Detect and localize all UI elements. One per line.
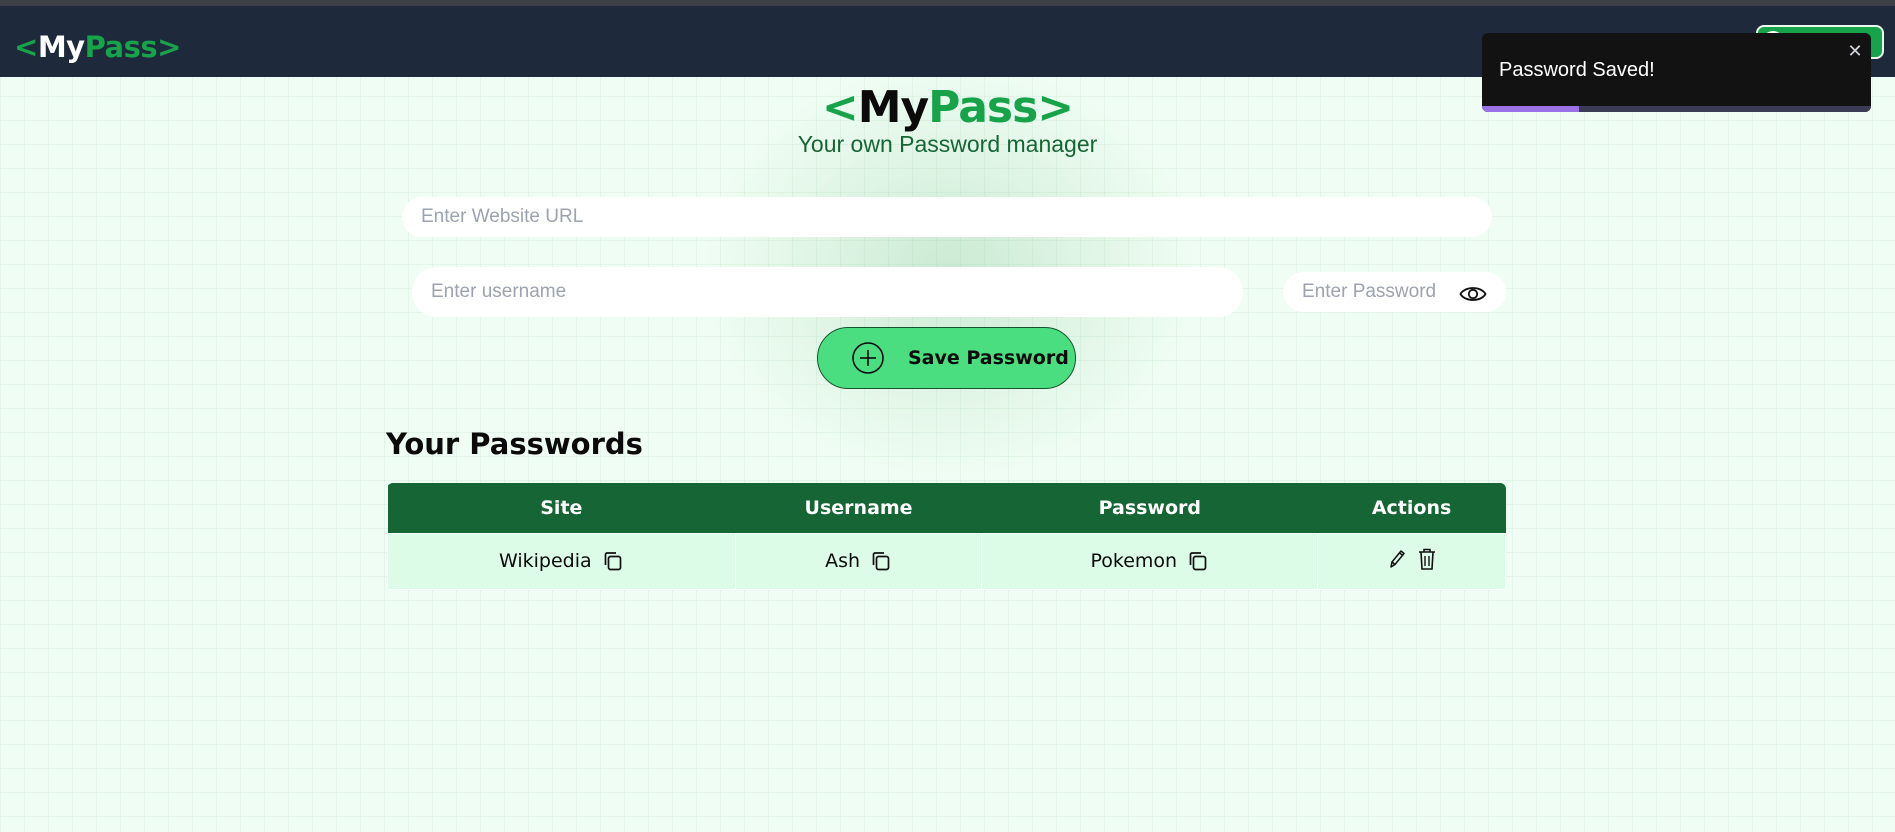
brand-my: My [857, 82, 929, 133]
column-password: Password [1098, 496, 1202, 519]
toast-progress-bar [1482, 106, 1580, 112]
username-input[interactable] [412, 267, 1243, 317]
brand-open-bracket: < [821, 82, 859, 133]
toast-notification: Password Saved! ✕ [1482, 33, 1871, 112]
tagline: Your own Password manager [797, 131, 1098, 157]
copy-password-icon[interactable] [1187, 550, 1209, 572]
plus-circle-icon [852, 342, 884, 374]
logo-my: My [37, 30, 85, 64]
column-username: Username [804, 496, 913, 519]
copy-username-icon[interactable] [870, 550, 892, 572]
table-row: Wikipedia Ash Pokemon [387, 532, 1506, 590]
save-password-button[interactable]: Save Password [817, 327, 1076, 389]
table-header-row: Site Username Password Actions [387, 483, 1506, 533]
nav-logo[interactable]: <MyPass> [14, 30, 181, 64]
password-cell: Pokemon [981, 532, 1319, 590]
column-site: Site [540, 496, 583, 519]
brand-pass: Pass [928, 82, 1038, 133]
column-actions: Actions [1371, 496, 1452, 519]
copy-site-icon[interactable] [602, 550, 624, 572]
site-cell: Wikipedia [387, 532, 736, 590]
password-value: Pokemon [1090, 550, 1178, 572]
actions-cell [1317, 532, 1506, 590]
username-value: Ash [825, 550, 861, 572]
toast-progress-track [1482, 106, 1871, 112]
pencil-icon[interactable] [1387, 547, 1407, 571]
username-cell: Ash [734, 532, 983, 590]
eye-icon[interactable] [1459, 284, 1487, 304]
close-icon[interactable]: ✕ [1844, 41, 1866, 63]
brand-close-bracket: > [1037, 82, 1074, 133]
site-value: Wikipedia [499, 550, 592, 572]
passwords-table: Site Username Password Actions Wikipedia… [387, 483, 1506, 590]
toast-message: Password Saved! [1499, 59, 1655, 81]
trash-icon[interactable] [1417, 547, 1437, 571]
website-url-input[interactable] [402, 197, 1492, 237]
logo-close-bracket: > [157, 30, 181, 64]
logo-pass: Pass [84, 30, 158, 64]
passwords-heading: Your Passwords [386, 427, 643, 461]
save-password-label: Save Password [908, 347, 1069, 369]
logo-open-bracket: < [14, 30, 38, 64]
